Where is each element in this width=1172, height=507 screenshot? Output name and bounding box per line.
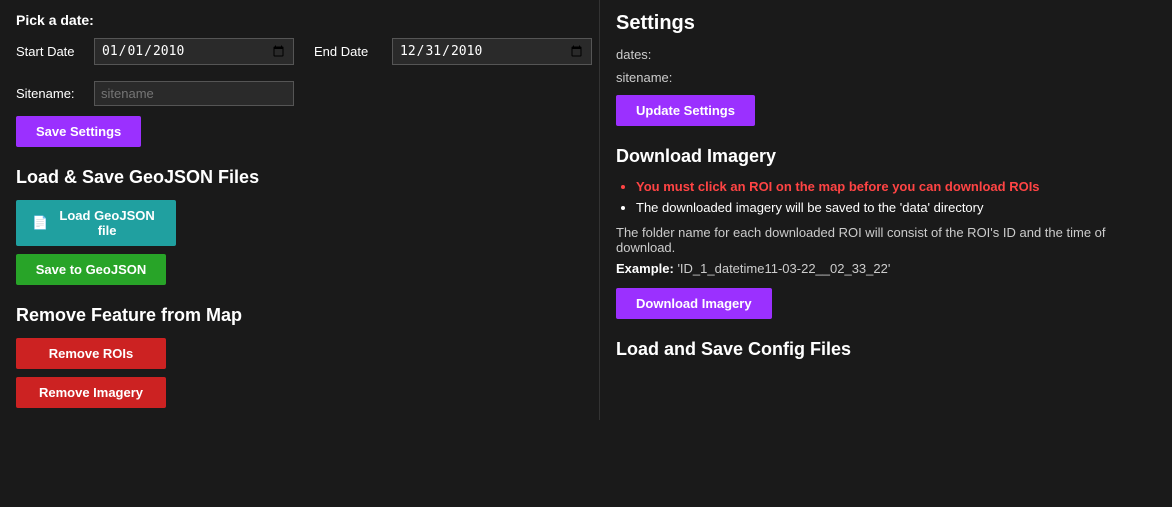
pick-date-label: Pick a date: — [16, 12, 583, 28]
remove-buttons: Remove ROIs Remove Imagery — [16, 338, 583, 408]
example-label: Example: — [616, 261, 674, 276]
remove-section: Remove Feature from Map Remove ROIs Remo… — [16, 305, 583, 408]
settings-title: Settings — [616, 12, 1156, 35]
left-panel: Pick a date: Start Date End Date Sitenam… — [0, 0, 600, 420]
sitename-field: sitename: — [616, 70, 1156, 85]
right-panel: Settings dates: sitename: Update Setting… — [600, 0, 1172, 420]
example-text: Example: 'ID_1_datetime11-03-22__02_33_2… — [616, 261, 1156, 276]
settings-section: Settings dates: sitename: Update Setting… — [616, 12, 1156, 126]
start-date-row: Start Date — [16, 38, 294, 65]
load-save-config-section: Load and Save Config Files — [616, 339, 1156, 360]
download-imagery-button[interactable]: Download Imagery — [616, 288, 772, 319]
remove-imagery-button[interactable]: Remove Imagery — [16, 377, 166, 408]
end-date-label: End Date — [314, 44, 384, 59]
remove-section-title: Remove Feature from Map — [16, 305, 583, 326]
download-imagery-bullets: You must click an ROI on the map before … — [616, 179, 1156, 215]
end-date-input[interactable] — [392, 38, 592, 65]
sitename-row: Sitename: — [16, 81, 583, 106]
load-save-config-title: Load and Save Config Files — [616, 339, 1156, 360]
remove-rois-button[interactable]: Remove ROIs — [16, 338, 166, 369]
save-settings-button[interactable]: Save Settings — [16, 116, 141, 147]
file-icon: 📄 — [32, 215, 48, 231]
download-imagery-section: Download Imagery You must click an ROI o… — [616, 146, 1156, 319]
dates-row: Start Date End Date — [16, 38, 583, 73]
download-imagery-title: Download Imagery — [616, 146, 1156, 167]
load-geojson-button[interactable]: 📄 Load GeoJSON file — [16, 200, 176, 246]
geojson-buttons: 📄 Load GeoJSON file Save to GeoJSON — [16, 200, 583, 285]
load-geojson-label: Load GeoJSON file — [54, 208, 160, 238]
sitename-settings-label: sitename: — [616, 70, 672, 85]
geojson-section-title: Load & Save GeoJSON Files — [16, 167, 583, 188]
start-date-input[interactable] — [94, 38, 294, 65]
sitename-input[interactable] — [94, 81, 294, 106]
end-date-row: End Date — [314, 38, 592, 65]
dates-label: dates: — [616, 47, 651, 62]
bullet-2: The downloaded imagery will be saved to … — [636, 200, 1156, 215]
save-geojson-button[interactable]: Save to GeoJSON — [16, 254, 166, 285]
bullet-1: You must click an ROI on the map before … — [636, 179, 1156, 194]
pick-date-section: Pick a date: Start Date End Date Sitenam… — [16, 12, 583, 147]
dates-field: dates: — [616, 47, 1156, 62]
update-settings-button[interactable]: Update Settings — [616, 95, 755, 126]
sitename-label: Sitename: — [16, 86, 86, 101]
info-text: The folder name for each downloaded ROI … — [616, 225, 1156, 255]
geojson-section: Load & Save GeoJSON Files 📄 Load GeoJSON… — [16, 167, 583, 285]
start-date-label: Start Date — [16, 44, 86, 59]
example-value: 'ID_1_datetime11-03-22__02_33_22' — [677, 261, 890, 276]
